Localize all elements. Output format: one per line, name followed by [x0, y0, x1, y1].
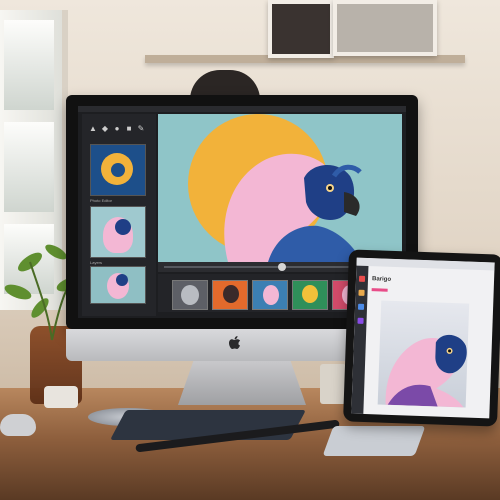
- window-pane: [4, 122, 54, 212]
- tablet-status-bar: [356, 257, 495, 271]
- wall-frame: [333, 0, 437, 56]
- tablet-sidebar: [351, 265, 369, 414]
- panel-label: Photo Editor: [90, 198, 113, 203]
- window-pane: [4, 20, 54, 110]
- phone: [322, 426, 426, 456]
- tool-icon[interactable]: ▲: [88, 124, 98, 134]
- candle-jar: [44, 386, 78, 408]
- tablet-screen: Barigo: [351, 257, 495, 419]
- tool-icon[interactable]: ●: [112, 124, 122, 134]
- film-thumbnail[interactable]: [292, 280, 328, 310]
- timeline-scrubber[interactable]: [278, 263, 286, 271]
- tablet-bird-art[interactable]: [377, 300, 470, 408]
- wall-frame: [268, 0, 334, 58]
- thumbnail-wave[interactable]: [90, 144, 146, 196]
- tool-row: ▲ ◆ ● ■ ✎: [86, 124, 156, 138]
- monitor-stand: [178, 361, 306, 405]
- tool-icon[interactable]: ■: [124, 124, 134, 134]
- tool-icon[interactable]: ◆: [100, 124, 110, 134]
- tablet-bird-illustration: [385, 334, 467, 408]
- tool-icon[interactable]: ✎: [136, 124, 146, 134]
- tablet-title: Barigo: [371, 276, 392, 283]
- thumbnail-bird-small[interactable]: [90, 266, 146, 304]
- thumbnail-bird[interactable]: [90, 206, 146, 258]
- film-thumbnail[interactable]: [212, 280, 248, 310]
- panel-label: Layers: [90, 260, 103, 265]
- film-thumbnail[interactable]: [252, 280, 288, 310]
- main-canvas-bird-image[interactable]: [158, 114, 402, 262]
- mouse: [0, 414, 36, 436]
- mug: [320, 364, 346, 404]
- tablet: Barigo: [343, 249, 500, 427]
- film-thumbnail[interactable]: [172, 280, 208, 310]
- bird-illustration: [224, 153, 362, 262]
- apple-logo-icon: [229, 336, 241, 349]
- editor-side-panel: ▲ ◆ ● ■ ✎ Photo Editor Layers: [82, 114, 156, 316]
- editor-menubar: [78, 106, 406, 112]
